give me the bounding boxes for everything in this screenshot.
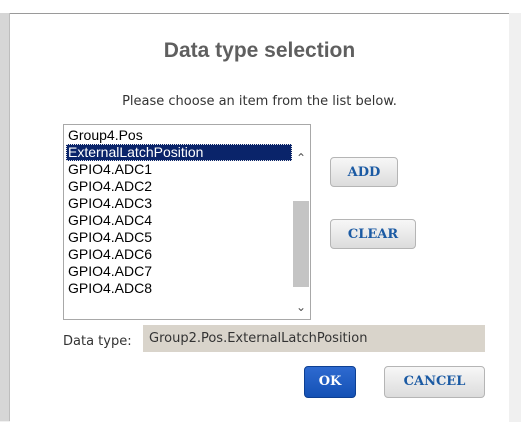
- dialog-title: Data type selection: [163, 39, 356, 62]
- window-top-strip: [0, 0, 521, 13]
- list-item[interactable]: GPIO4.ADC3: [66, 195, 292, 212]
- list-item[interactable]: Group4.Pos: [66, 127, 292, 144]
- list-item[interactable]: GPIO4.ADC2: [66, 178, 292, 195]
- window-left-edge: [0, 13, 10, 421]
- data-type-listbox[interactable]: Group4.Pos ExternalLatchPosition GPIO4.ADC…: [63, 124, 311, 320]
- cancel-button[interactable]: CANCEL: [384, 366, 485, 398]
- list-item[interactable]: GPIO4.ADC7: [66, 263, 292, 280]
- data-type-field[interactable]: Group2.Pos.ExternalLatchPosition: [143, 325, 485, 352]
- listbox-items: Group4.Pos ExternalLatchPosition GPIO4.ADC…: [66, 127, 292, 297]
- chevron-down-icon[interactable]: ⌄: [292, 298, 310, 316]
- list-item[interactable]: GPIO4.ADC4: [66, 212, 292, 229]
- ok-button[interactable]: OK: [304, 366, 356, 398]
- clear-button[interactable]: CLEAR: [330, 219, 416, 249]
- add-button[interactable]: ADD: [330, 157, 398, 187]
- scrollbar-thumb[interactable]: [293, 201, 309, 287]
- list-item[interactable]: GPIO4.ADC8: [66, 280, 292, 297]
- chevron-up-icon[interactable]: ⌃: [292, 149, 310, 167]
- list-item[interactable]: GPIO4.ADC5: [66, 229, 292, 246]
- list-item[interactable]: GPIO4.ADC1: [66, 161, 292, 178]
- list-item[interactable]: ExternalLatchPosition: [66, 144, 292, 161]
- list-item[interactable]: GPIO4.ADC6: [66, 246, 292, 263]
- data-type-label: Data type:: [63, 334, 132, 349]
- dialog-instruction: Please choose an item from the list belo…: [122, 94, 397, 109]
- listbox-scrollbar[interactable]: ⌃ ⌄: [292, 125, 310, 319]
- data-type-dialog: Data type selection Please choose an ite…: [10, 13, 509, 422]
